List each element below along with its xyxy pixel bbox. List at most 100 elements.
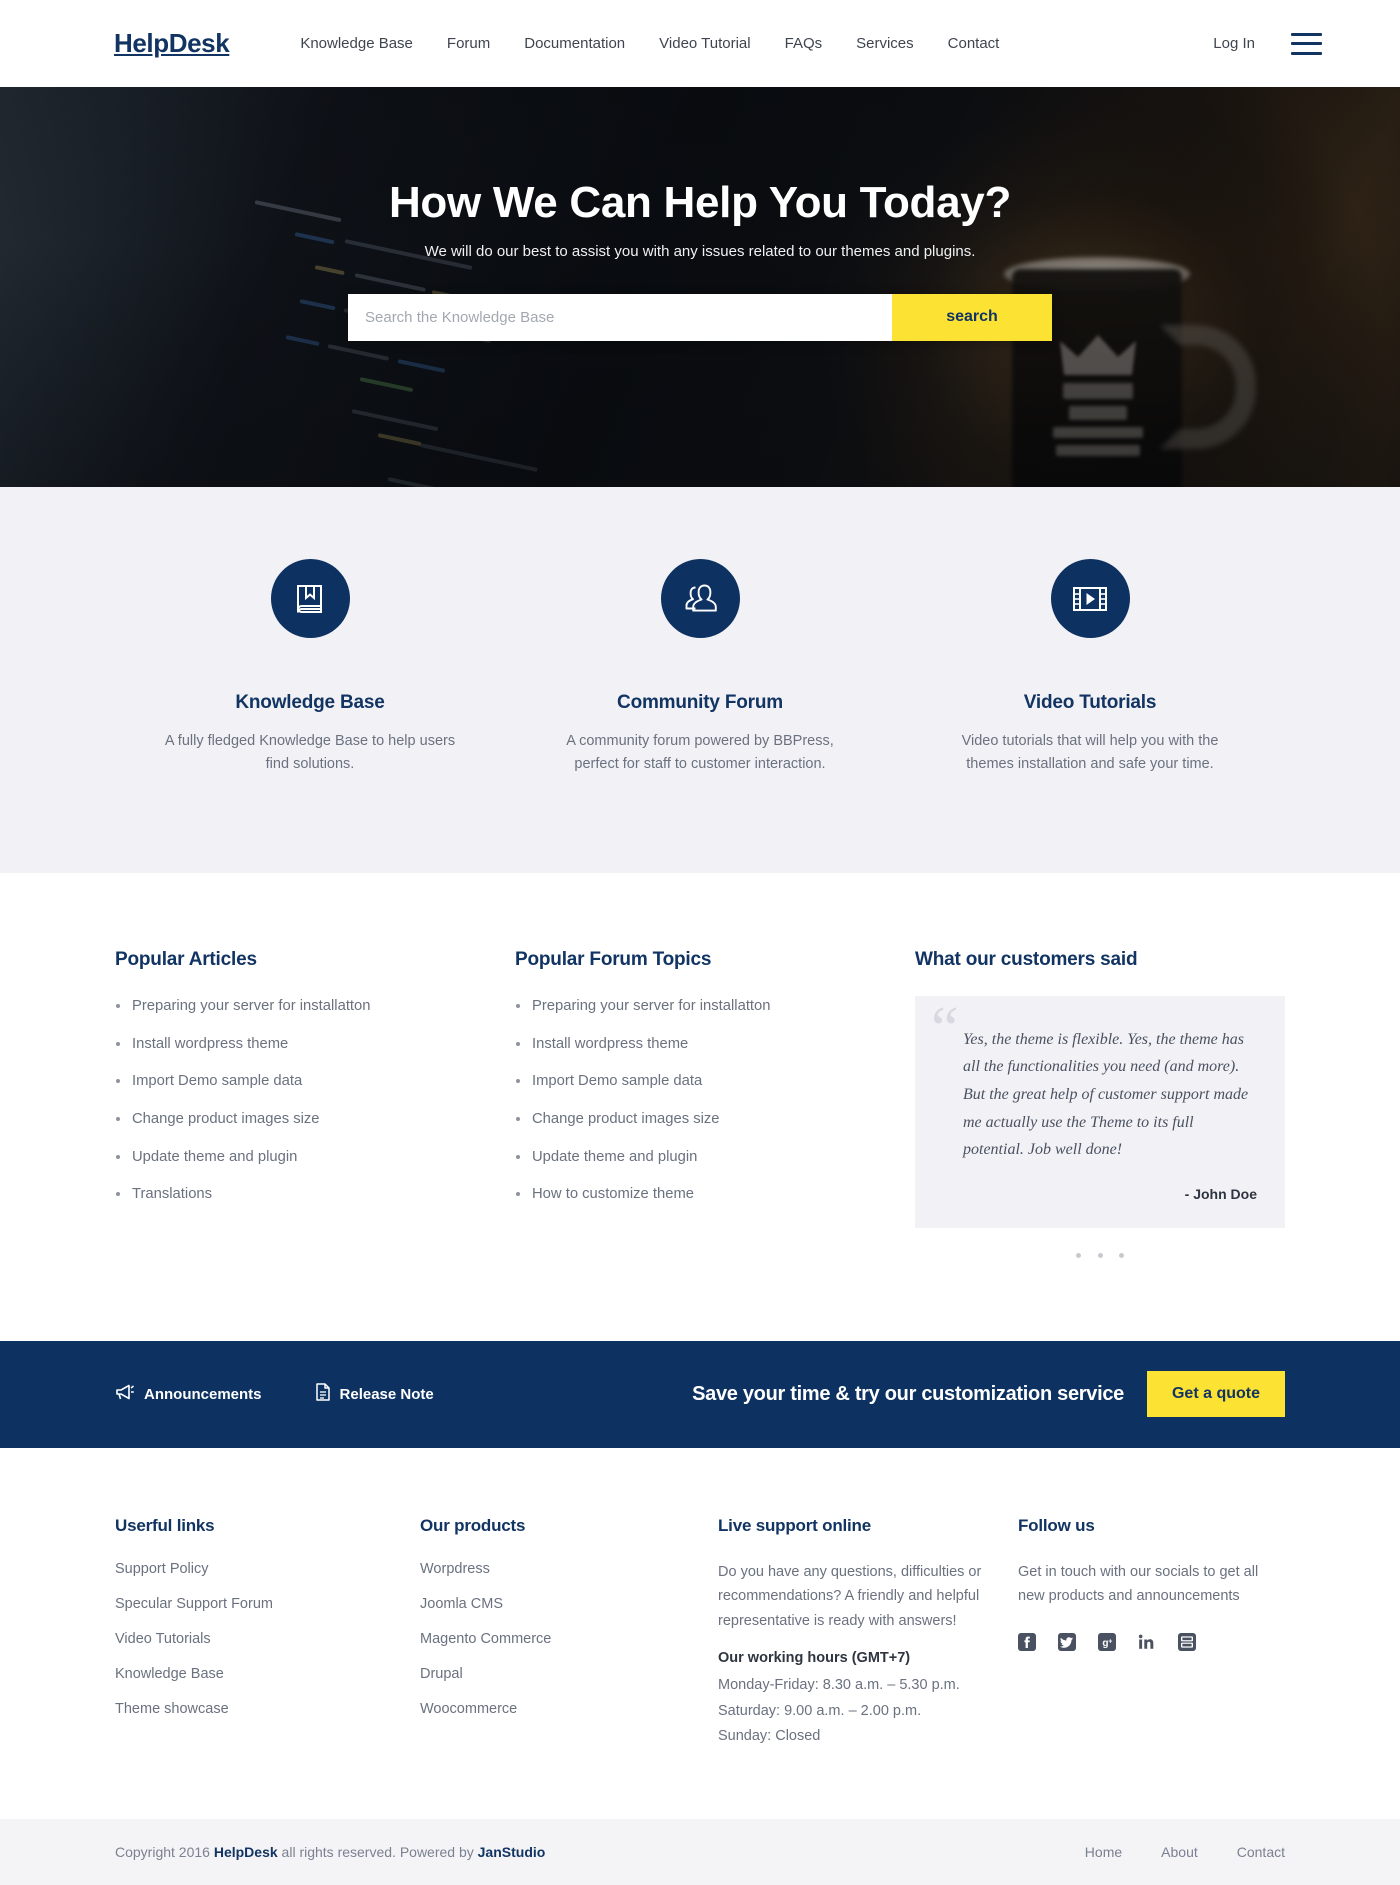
testimonial-card: “ Yes, the theme is flexible. Yes, the t… xyxy=(915,995,1285,1228)
cta-bar: Announcements Release Note Save your tim… xyxy=(0,1340,1400,1448)
footer-link-video-tutorials[interactable]: Video Tutorials xyxy=(115,1631,211,1647)
list-item[interactable]: Import Demo sample data xyxy=(515,1071,915,1092)
search-button[interactable]: search xyxy=(892,293,1052,341)
svg-text:+: + xyxy=(1108,1639,1112,1646)
hero-section: How We Can Help You Today? We will do ou… xyxy=(0,87,1400,487)
products-list: Worpdress Joomla CMS Magento Commerce Dr… xyxy=(420,1560,718,1718)
footer-link-support-policy[interactable]: Support Policy xyxy=(115,1561,209,1577)
copyright-nav: Home About Contact xyxy=(1085,1844,1285,1860)
list-item[interactable]: Change product images size xyxy=(115,1109,515,1130)
list-item[interactable]: Import Demo sample data xyxy=(115,1071,515,1092)
list-item[interactable]: Update theme and plugin xyxy=(515,1147,915,1168)
popular-articles-list: Preparing your server for installatton I… xyxy=(115,996,515,1205)
list-item[interactable]: Update theme and plugin xyxy=(115,1147,515,1168)
footer-link-specular-support-forum[interactable]: Specular Support Forum xyxy=(115,1596,273,1612)
copyright-middle: all rights reserved. Powered by xyxy=(277,1844,478,1861)
users-icon xyxy=(660,559,740,638)
list-item[interactable]: Preparing your server for installatton xyxy=(515,996,915,1017)
testimonials-column: What our customers said “ Yes, the theme… xyxy=(915,949,1285,1263)
list-item[interactable]: Knowledge Base xyxy=(115,1665,420,1683)
header-right: Log In xyxy=(1213,32,1322,55)
feature-video-tutorials: Video Tutorials Video tutorials that wil… xyxy=(895,559,1285,777)
working-hours-weekday: Monday-Friday: 8.30 a.m. – 5.30 p.m. xyxy=(718,1677,960,1694)
list-item[interactable]: Magento Commerce xyxy=(420,1630,718,1648)
knowledge-base-search-form: search xyxy=(348,293,1052,341)
list-item[interactable]: Change product images size xyxy=(515,1109,915,1130)
nav-item-services[interactable]: Services xyxy=(839,0,931,87)
testimonial-author: - John Doe xyxy=(1184,1185,1257,1202)
nav-item-contact[interactable]: Contact xyxy=(931,0,1017,87)
topic-link[interactable]: How to customize theme xyxy=(532,1186,694,1202)
article-link[interactable]: Install wordpress theme xyxy=(132,1036,288,1052)
topic-link[interactable]: Preparing your server for installatton xyxy=(532,998,771,1014)
topic-link[interactable]: Change product images size xyxy=(532,1111,720,1127)
list-item[interactable]: Translations xyxy=(115,1184,515,1205)
youtube-icon[interactable] xyxy=(1178,1633,1196,1652)
facebook-icon[interactable] xyxy=(1018,1633,1036,1652)
announcements-link[interactable]: Announcements xyxy=(115,1384,262,1404)
site-logo[interactable]: HelpDesk xyxy=(114,28,230,59)
article-link[interactable]: Update theme and plugin xyxy=(132,1149,297,1165)
footer-column-title: Our products xyxy=(420,1515,526,1535)
hamburger-menu-icon[interactable] xyxy=(1291,32,1322,55)
feature-knowledge-base: Knowledge Base A fully fledged Knowledge… xyxy=(115,559,505,777)
list-item[interactable]: Install wordpress theme xyxy=(515,1034,915,1055)
article-link[interactable]: Translations xyxy=(132,1186,212,1202)
list-item[interactable]: Support Policy xyxy=(115,1560,420,1578)
article-link[interactable]: Change product images size xyxy=(132,1111,320,1127)
copyright-bar: Copyright 2016 HelpDesk all rights reser… xyxy=(0,1819,1400,1885)
footer-link-theme-showcase[interactable]: Theme showcase xyxy=(115,1701,229,1717)
release-note-link[interactable]: Release Note xyxy=(315,1383,434,1405)
popular-articles-title: Popular Articles xyxy=(115,948,257,970)
copyright-nav-about[interactable]: About xyxy=(1161,1844,1198,1860)
login-link[interactable]: Log In xyxy=(1213,35,1255,52)
social-links: g + xyxy=(1018,1633,1285,1652)
footer-products: Our products Worpdress Joomla CMS Magent… xyxy=(420,1516,718,1750)
nav-item-knowledge-base[interactable]: Knowledge Base xyxy=(283,0,430,87)
twitter-icon[interactable] xyxy=(1058,1633,1076,1652)
list-item[interactable]: Specular Support Forum xyxy=(115,1595,420,1613)
list-item[interactable]: Woocommerce xyxy=(420,1700,718,1718)
list-item[interactable]: Worpdress xyxy=(420,1560,718,1578)
google-plus-icon[interactable]: g + xyxy=(1098,1633,1116,1652)
list-item[interactable]: Preparing your server for installatton xyxy=(115,996,515,1017)
list-item[interactable]: Joomla CMS xyxy=(420,1595,718,1613)
product-link-drupal[interactable]: Drupal xyxy=(420,1666,463,1682)
nav-item-faqs[interactable]: FAQs xyxy=(768,0,840,87)
linkedin-icon[interactable] xyxy=(1138,1633,1156,1651)
book-icon xyxy=(270,559,350,638)
feature-title: Knowledge Base xyxy=(235,692,385,713)
list-item[interactable]: How to customize theme xyxy=(515,1184,915,1205)
product-link-wordpress[interactable]: Worpdress xyxy=(420,1561,490,1577)
list-item[interactable]: Install wordpress theme xyxy=(115,1034,515,1055)
nav-item-forum[interactable]: Forum xyxy=(430,0,507,87)
copyright-brand: HelpDesk xyxy=(213,1844,278,1861)
slider-dot[interactable] xyxy=(1118,1252,1124,1258)
list-item[interactable]: Theme showcase xyxy=(115,1700,420,1718)
slider-dot[interactable] xyxy=(1097,1252,1103,1258)
page-root: HelpDesk Knowledge Base Forum Documentat… xyxy=(0,0,1400,1885)
footer-link-knowledge-base[interactable]: Knowledge Base xyxy=(115,1666,224,1682)
footer-column-title: Live support online xyxy=(718,1515,871,1535)
features-section: Knowledge Base A fully fledged Knowledge… xyxy=(0,487,1400,873)
topic-link[interactable]: Update theme and plugin xyxy=(532,1149,697,1165)
copyright-text: Copyright 2016 HelpDesk all rights reser… xyxy=(115,1844,545,1860)
get-a-quote-button[interactable]: Get a quote xyxy=(1146,1371,1285,1418)
topic-link[interactable]: Import Demo sample data xyxy=(532,1073,702,1089)
topic-link[interactable]: Install wordpress theme xyxy=(532,1036,688,1052)
hero-content: How We Can Help You Today? We will do ou… xyxy=(0,87,1400,341)
nav-item-video-tutorial[interactable]: Video Tutorial xyxy=(642,0,767,87)
product-link-woocommerce[interactable]: Woocommerce xyxy=(420,1701,517,1717)
copyright-nav-contact[interactable]: Contact xyxy=(1237,1844,1285,1860)
article-link[interactable]: Import Demo sample data xyxy=(132,1073,302,1089)
product-link-magento[interactable]: Magento Commerce xyxy=(420,1631,551,1647)
list-item[interactable]: Video Tutorials xyxy=(115,1630,420,1648)
product-link-joomla[interactable]: Joomla CMS xyxy=(420,1596,503,1612)
list-item[interactable]: Drupal xyxy=(420,1665,718,1683)
hero-title: How We Can Help You Today? xyxy=(388,178,1012,227)
nav-item-documentation[interactable]: Documentation xyxy=(507,0,642,87)
copyright-nav-home[interactable]: Home xyxy=(1085,1844,1122,1860)
slider-dot[interactable] xyxy=(1076,1252,1082,1258)
article-link[interactable]: Preparing your server for installatton xyxy=(132,998,371,1014)
search-input[interactable] xyxy=(348,293,892,341)
